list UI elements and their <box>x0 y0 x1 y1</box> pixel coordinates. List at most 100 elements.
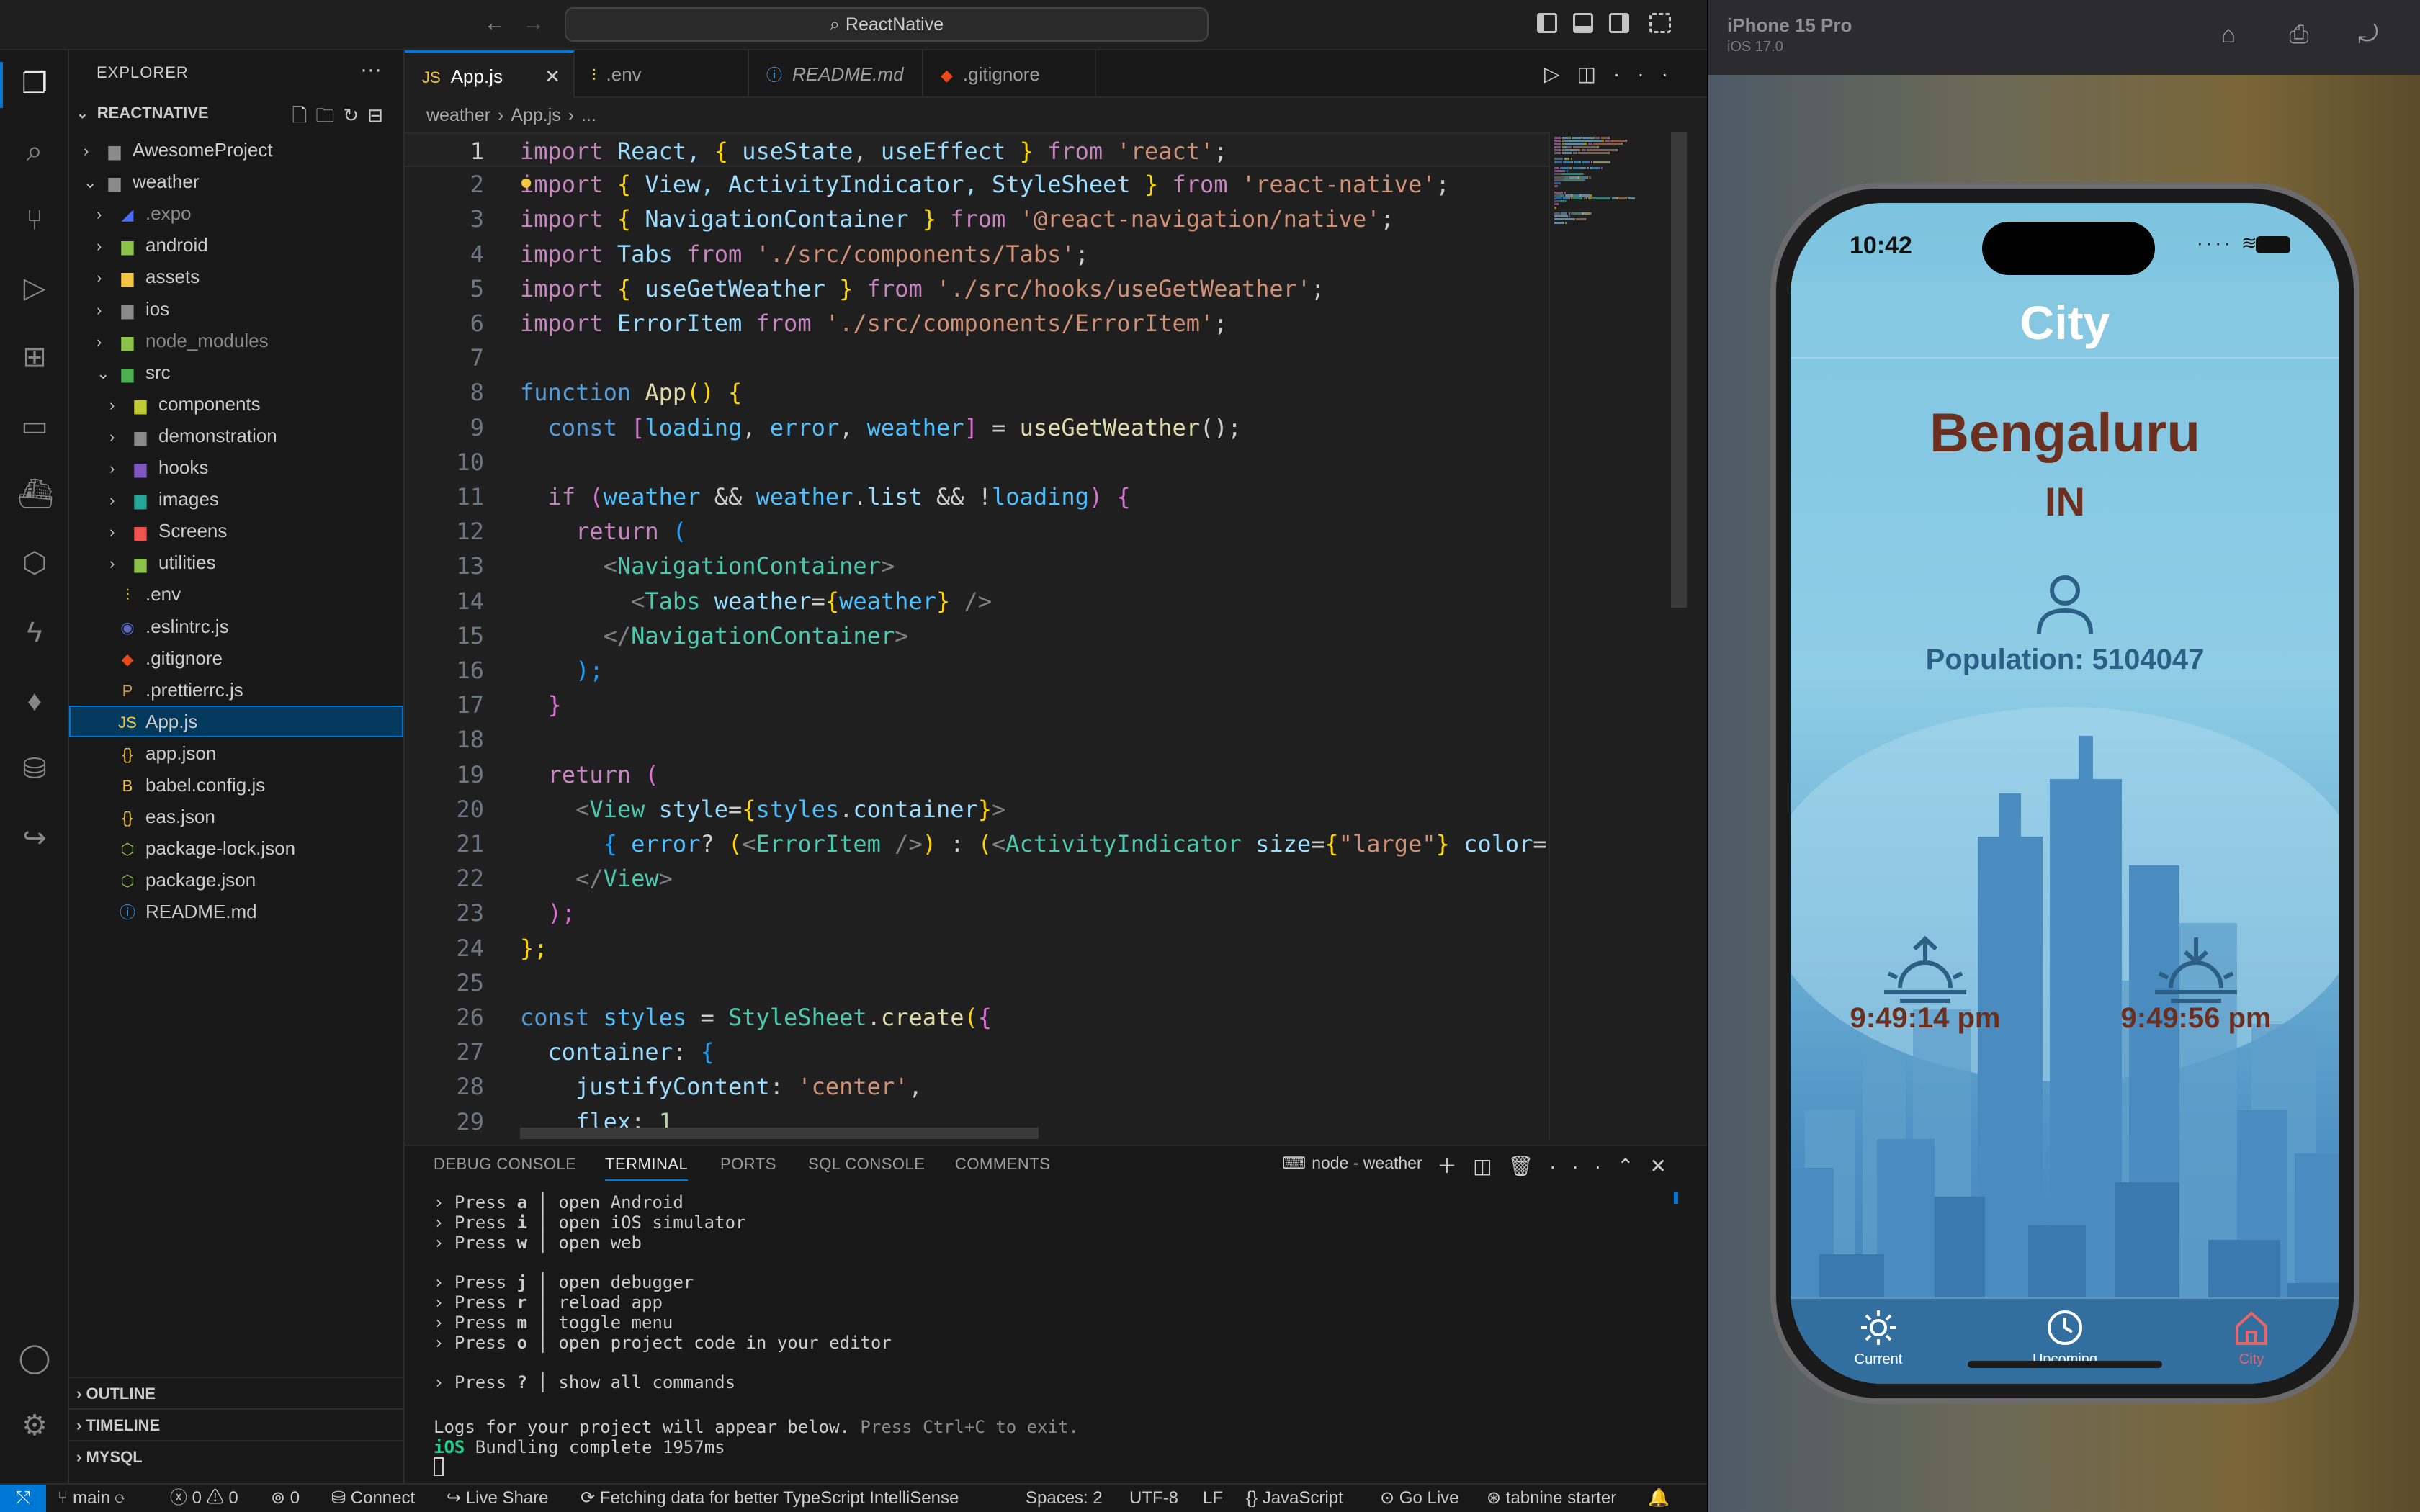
trash-icon[interactable]: 🗑 <box>1508 1155 1550 1177</box>
tree-item-node-modules[interactable]: › ▆ node_modules <box>69 325 403 356</box>
tree-item-android[interactable]: › ▆ android <box>69 229 403 261</box>
toggle-panel-icon[interactable] <box>1573 13 1593 33</box>
lightbulb-icon[interactable]: ● <box>521 166 531 200</box>
terminal-instance[interactable]: ⌨ node - weather <box>1282 1153 1422 1173</box>
breadcrumb-item[interactable]: weather <box>426 105 490 125</box>
eol-status[interactable]: LF <box>1203 1485 1223 1512</box>
tree-item-env[interactable]: ⫶ .env <box>69 578 403 610</box>
tree-item-components[interactable]: › ▆ components <box>69 388 403 420</box>
tree-item-awesomeproject[interactable]: › ▆ AwesomeProject <box>69 134 403 166</box>
tab-app-js[interactable]: JS App.js ✕ <box>405 50 575 98</box>
tree-item-assets[interactable]: › ▆ assets <box>69 261 403 292</box>
branch-status[interactable]: ⑂ main ⟳ <box>58 1485 125 1512</box>
tree-item-package-lock-json[interactable]: ⬡ package-lock.json <box>69 832 403 864</box>
run-debug-icon[interactable]: ▷ <box>17 271 52 305</box>
tree-item-weather[interactable]: ⌄ ▆ weather <box>69 166 403 197</box>
tree-item-gitignore[interactable]: ◆ .gitignore <box>69 642 403 674</box>
minimap[interactable] <box>1549 132 1657 1140</box>
customize-layout-icon[interactable] <box>1649 13 1671 33</box>
command-center-search[interactable]: ⌕ ReactNative <box>565 7 1209 42</box>
section-timeline[interactable]: › TIMELINE <box>69 1408 403 1440</box>
tab-env[interactable]: ⫶ .env <box>575 50 749 98</box>
settings-gear-icon[interactable]: ⚙ <box>17 1408 52 1443</box>
tree-item-eslintrc-js[interactable]: ◉ .eslintrc.js <box>69 611 403 642</box>
explorer-files-icon[interactable]: ❐ <box>17 66 52 101</box>
collapse-all-icon[interactable]: ⊟ <box>367 104 392 126</box>
new-terminal-icon[interactable]: ＋ <box>1437 1155 1473 1177</box>
remote-explorer-icon[interactable]: ▭ <box>17 409 52 444</box>
refresh-icon[interactable]: ↻ <box>343 104 367 126</box>
mongodb-leaf-icon[interactable]: ♦ <box>17 684 52 719</box>
tree-item-hooks[interactable]: › ▆ hooks <box>69 451 403 483</box>
new-folder-icon[interactable]: 🗀 <box>315 104 343 126</box>
screenshot-camera-icon[interactable]: ⎙ <box>2285 20 2313 49</box>
run-icon[interactable]: ▷ <box>1544 63 1577 85</box>
forward-arrow-icon[interactable]: → <box>523 12 544 36</box>
panel-tab-comments[interactable]: COMMENTS <box>955 1155 1050 1174</box>
tree-item-app-js[interactable]: JS App.js <box>69 705 403 737</box>
vertical-scrollbar[interactable] <box>1671 132 1687 608</box>
tree-item-package-json[interactable]: ⬡ package.json <box>69 864 403 896</box>
terminal-output[interactable]: › Press a │ open Android › Press i │ open… <box>434 1192 1672 1480</box>
panel-tab-debug-console[interactable]: DEBUG CONSOLE <box>434 1155 576 1174</box>
tree-item-src[interactable]: ⌄ ▆ src <box>69 356 403 388</box>
code-editor[interactable]: 1 import React, { useState, useEffect } f… <box>405 132 1550 1133</box>
live-share-status[interactable]: ↪ Live Share <box>447 1485 549 1512</box>
horizontal-scrollbar[interactable] <box>520 1128 1039 1139</box>
maximize-panel-icon[interactable]: ⌃ <box>1617 1155 1649 1177</box>
tab-gitignore[interactable]: ◆ .gitignore <box>923 50 1096 98</box>
home-icon[interactable]: ⌂ <box>2214 20 2243 49</box>
workspace-root[interactable]: ⌄ REACTNATIVE <box>76 104 209 122</box>
tab-current[interactable]: Current <box>1821 1308 1936 1368</box>
split-terminal-icon[interactable]: ◫ <box>1473 1155 1507 1177</box>
database-icon[interactable]: ⛁ <box>17 752 52 786</box>
docker-icon[interactable]: ⛴ <box>17 477 54 511</box>
thunder-client-icon[interactable]: ϟ <box>17 615 52 649</box>
toggle-secondary-sidebar-icon[interactable] <box>1609 13 1629 33</box>
tab-upcoming[interactable]: Upcoming <box>2007 1308 2123 1368</box>
panel-tab-ports[interactable]: PORTS <box>720 1155 776 1174</box>
typescript-status[interactable]: ⟳ Fetching data for better TypeScript In… <box>581 1485 959 1512</box>
language-status[interactable]: {} JavaScript <box>1246 1485 1343 1512</box>
search-icon[interactable]: ⌕ <box>17 134 52 168</box>
section-outline[interactable]: › OUTLINE <box>69 1377 403 1408</box>
split-editor-icon[interactable]: ◫ <box>1577 63 1613 85</box>
tree-item-images[interactable]: › ▆ images <box>69 483 403 515</box>
tab-readme-md[interactable]: ⓘ README.md <box>749 50 923 98</box>
tree-item-prettierrc-js[interactable]: P .prettierrc.js <box>69 674 403 706</box>
breadcrumb-item[interactable]: App.js <box>511 105 560 125</box>
tree-item-utilities[interactable]: › ▆ utilities <box>69 546 403 578</box>
breadcrumb-item[interactable]: ... <box>581 105 596 125</box>
tree-item-babel-config-js[interactable]: Bbabel.config.js <box>69 769 403 801</box>
go-live-status[interactable]: ⊙ Go Live <box>1380 1485 1459 1512</box>
more-actions-icon[interactable]: ··· <box>360 58 382 82</box>
indentation-status[interactable]: Spaces: 2 <box>1026 1485 1103 1512</box>
tabnine-status[interactable]: ⊛ tabnine starter <box>1487 1485 1616 1512</box>
connect-status[interactable]: ⛁ Connect <box>331 1485 415 1512</box>
tree-item-screens[interactable]: › ▆ Screens <box>69 515 403 546</box>
new-file-icon[interactable]: 🗋 <box>292 104 315 126</box>
extensions-icon[interactable]: ⊞ <box>17 340 52 374</box>
more-actions-icon[interactable]: ··· <box>1613 63 1685 85</box>
tree-item-demonstration[interactable]: › ▆ demonstration <box>69 420 403 451</box>
problems-status[interactable]: ⓧ 0 ⚠ 0 <box>170 1485 238 1512</box>
tree-item-expo[interactable]: › ◢ .expo <box>69 197 403 229</box>
testing-icon[interactable]: ⬡ <box>17 546 52 580</box>
back-arrow-icon[interactable]: ← <box>484 12 506 36</box>
home-indicator[interactable] <box>1968 1361 2162 1368</box>
tree-item-readme-md[interactable]: ⓘ README.md <box>69 896 403 927</box>
rotate-icon[interactable]: ⤾ <box>2354 20 2383 49</box>
tree-item-eas-json[interactable]: {} eas.json <box>69 801 403 832</box>
remote-indicator-icon[interactable]: ⤲ <box>0 1485 46 1512</box>
tab-city[interactable]: City <box>2194 1308 2309 1368</box>
close-panel-icon[interactable]: ✕ <box>1650 1155 1682 1177</box>
source-control-icon[interactable]: ⑂ <box>17 203 52 238</box>
close-icon[interactable]: ✕ <box>544 53 560 100</box>
more-actions-icon[interactable]: ··· <box>1549 1155 1617 1177</box>
account-icon[interactable]: ◯ <box>17 1341 52 1375</box>
toggle-sidebar-icon[interactable] <box>1537 13 1557 33</box>
tree-item-ios[interactable]: › ▆ ios <box>69 293 403 325</box>
tree-item-app-json[interactable]: {} app.json <box>69 737 403 769</box>
encoding-status[interactable]: UTF-8 <box>1129 1485 1178 1512</box>
panel-tab-terminal[interactable]: TERMINAL <box>605 1155 689 1181</box>
